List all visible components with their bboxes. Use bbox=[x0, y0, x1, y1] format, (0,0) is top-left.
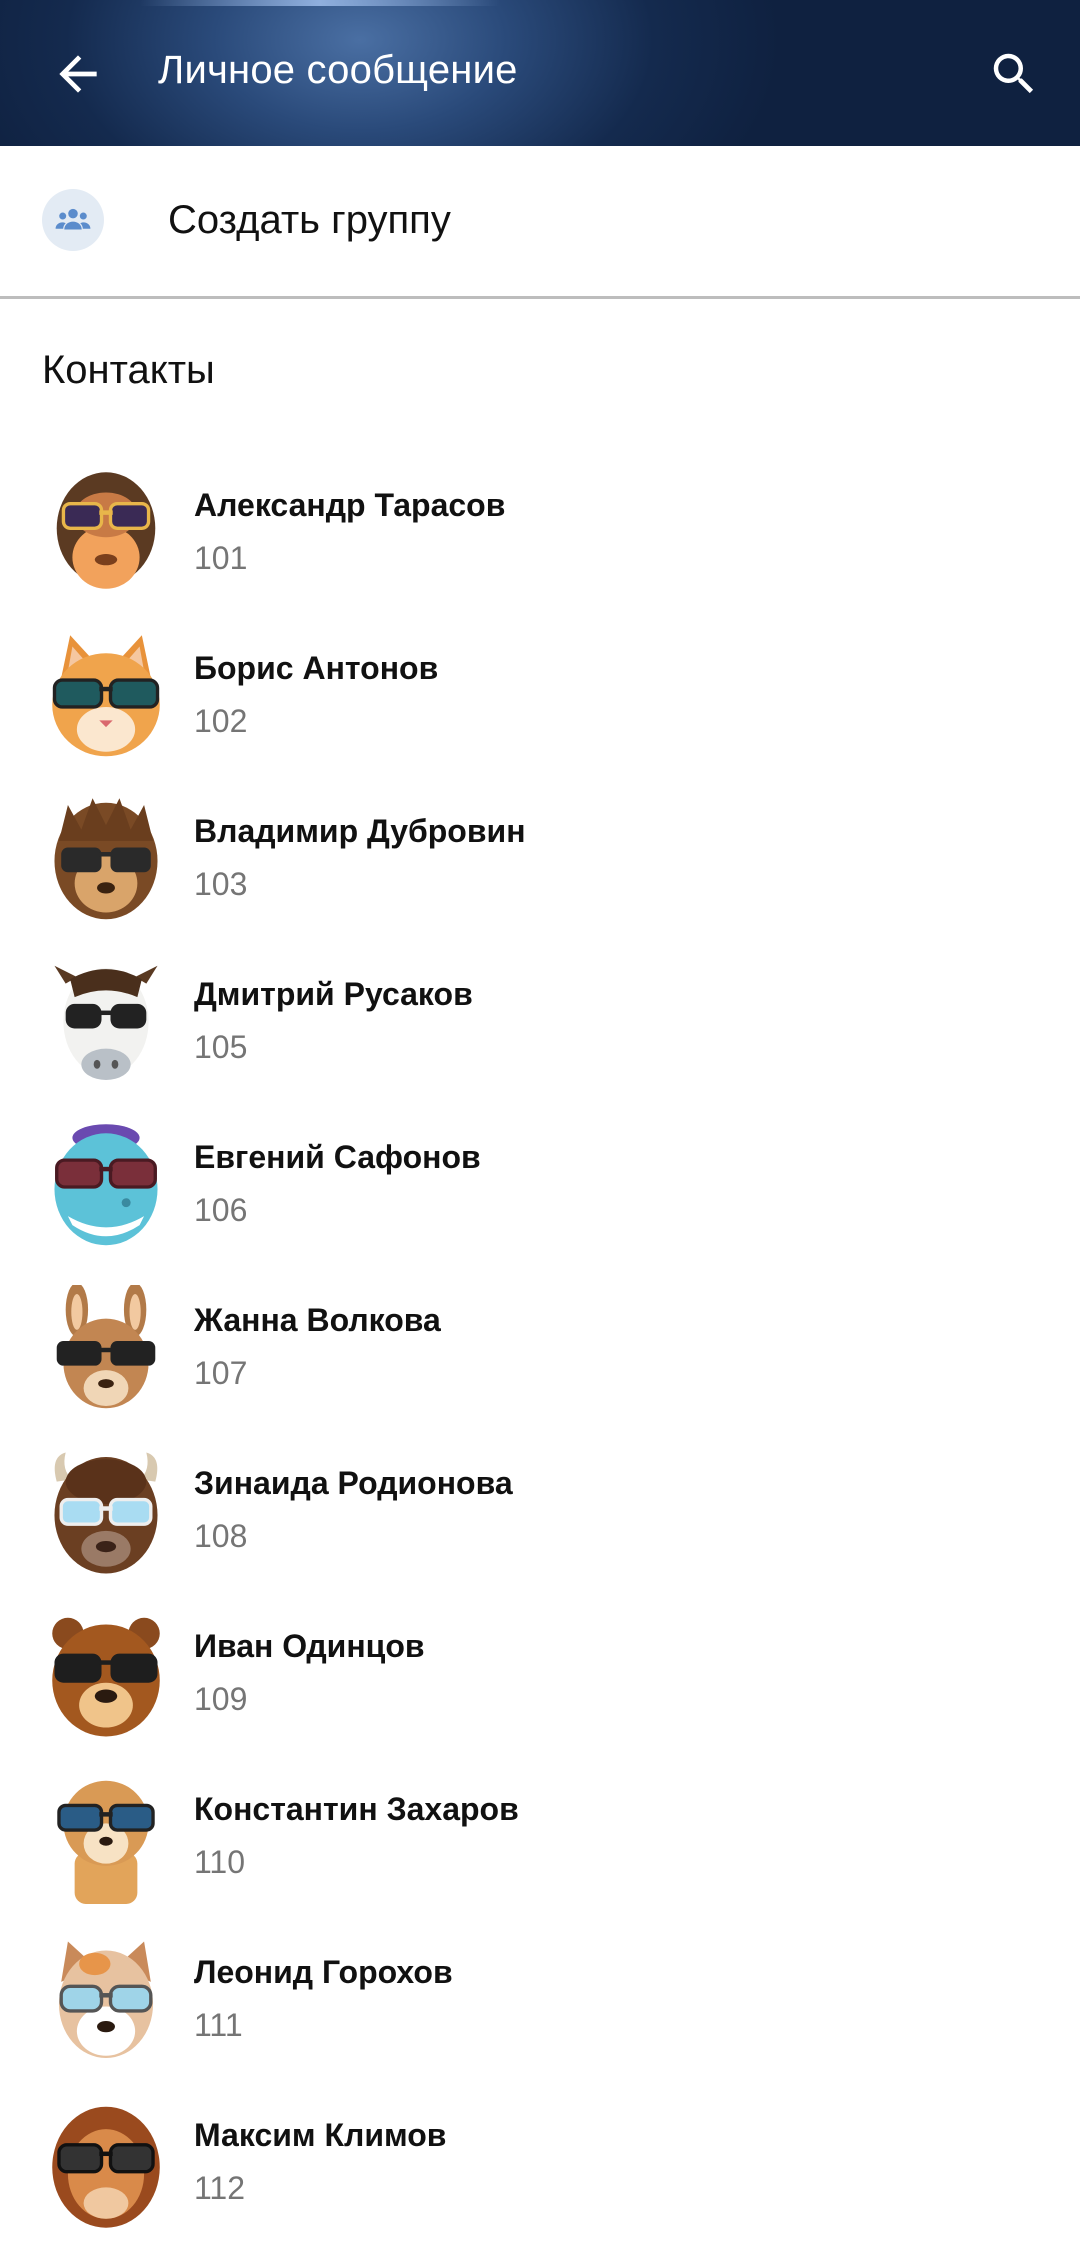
contact-number: 103 bbox=[194, 866, 248, 902]
contact-row[interactable]: Константин Захаров 110 bbox=[0, 1764, 1080, 1927]
group-icon bbox=[55, 208, 91, 230]
contact-name: Иван Одинцов bbox=[194, 1628, 425, 1664]
contact-name: Владимир Дубровин bbox=[194, 813, 526, 849]
contact-name: Зинаида Родионова bbox=[194, 1465, 513, 1501]
contact-number: 101 bbox=[194, 540, 248, 576]
contact-row[interactable]: Максим Климов 112 bbox=[0, 2090, 1080, 2253]
contact-row[interactable]: Евгений Сафонов 106 bbox=[0, 1112, 1080, 1275]
create-group-label: Создать группу bbox=[168, 198, 451, 242]
contact-row[interactable]: Зинаида Родионова 108 bbox=[0, 1438, 1080, 1601]
contact-row[interactable]: Леонид Горохов 111 bbox=[0, 1927, 1080, 2090]
contact-row[interactable]: Борис Антонов 102 bbox=[0, 623, 1080, 786]
dinosaur-avatar-icon bbox=[54, 1124, 158, 1246]
contact-name: Леонид Горохов bbox=[194, 1954, 453, 1990]
contact-number: 110 bbox=[194, 1844, 246, 1880]
bison-avatar-icon bbox=[54, 1452, 158, 1574]
hedgehog-avatar-icon bbox=[54, 798, 158, 920]
contact-row[interactable]: Александр Тарасов 101 bbox=[0, 460, 1080, 623]
contact-name: Дмитрий Русаков bbox=[194, 976, 473, 1012]
contact-number: 102 bbox=[194, 703, 248, 739]
contact-number: 109 bbox=[194, 1681, 248, 1717]
contacts-section-title: Контакты bbox=[42, 348, 215, 392]
contact-row[interactable]: Иван Одинцов 109 bbox=[0, 1601, 1080, 1764]
contact-number: 112 bbox=[194, 2170, 246, 2206]
divider bbox=[0, 296, 1080, 299]
bear-avatar-icon bbox=[52, 1617, 160, 1737]
contact-name: Евгений Сафонов bbox=[194, 1139, 481, 1175]
back-button[interactable] bbox=[44, 40, 112, 108]
group-icon-badge bbox=[42, 189, 104, 251]
contact-name: Борис Антонов bbox=[194, 650, 439, 686]
create-group-button[interactable]: Создать группу bbox=[0, 146, 1080, 294]
cat-avatar-icon bbox=[52, 635, 160, 757]
contact-number: 111 bbox=[194, 2007, 243, 2043]
contact-number: 106 bbox=[194, 1192, 248, 1228]
contact-name: Константин Захаров bbox=[194, 1791, 519, 1827]
contact-number: 108 bbox=[194, 1518, 248, 1554]
contact-name: Александр Тарасов bbox=[194, 487, 506, 523]
contact-name: Жанна Волкова bbox=[194, 1302, 441, 1338]
dog-avatar-icon bbox=[58, 1941, 154, 2058]
contact-row[interactable]: Жанна Волкова 107 bbox=[0, 1275, 1080, 1438]
arrow-back-icon bbox=[59, 55, 97, 93]
app-bar-glare bbox=[140, 0, 500, 6]
search-button[interactable] bbox=[980, 40, 1048, 108]
contact-row[interactable]: Дмитрий Русаков 105 bbox=[0, 949, 1080, 1112]
search-icon bbox=[993, 53, 1034, 94]
contact-row[interactable]: Владимир Дубровин 103 bbox=[0, 786, 1080, 949]
app-bar: Личное сообщение bbox=[0, 0, 1080, 146]
contact-name: Максим Климов bbox=[194, 2117, 447, 2153]
page-title: Личное сообщение bbox=[158, 48, 518, 92]
lion-avatar-icon bbox=[52, 2106, 160, 2228]
contact-number: 105 bbox=[194, 1029, 248, 1065]
cow-avatar-icon bbox=[54, 965, 158, 1080]
monkey-avatar-icon bbox=[56, 472, 156, 589]
contact-number: 107 bbox=[194, 1355, 248, 1391]
meerkat-avatar-icon bbox=[57, 1780, 155, 1904]
kangaroo-avatar-icon bbox=[56, 1285, 156, 1409]
